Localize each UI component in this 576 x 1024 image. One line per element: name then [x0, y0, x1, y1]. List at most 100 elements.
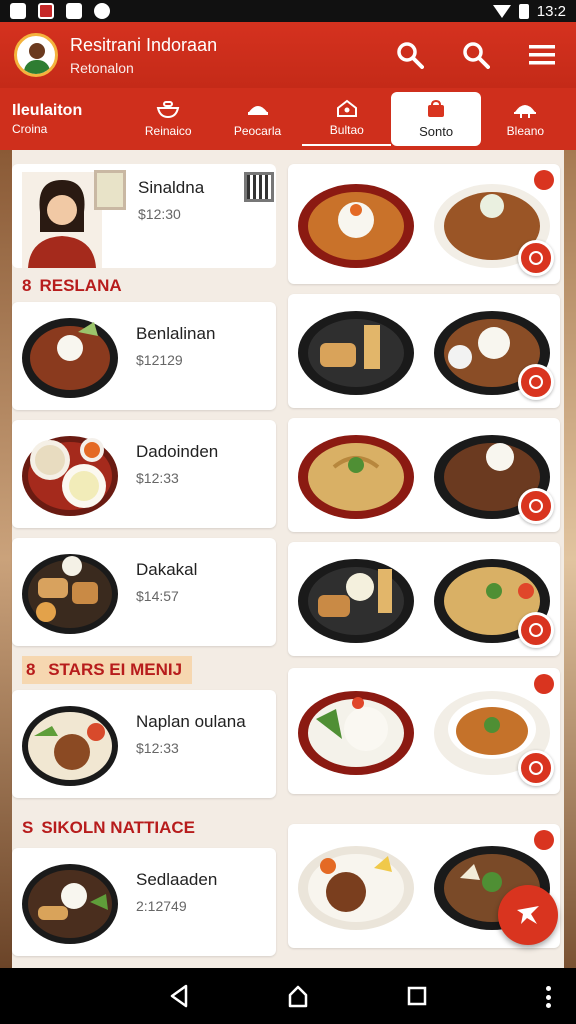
section-header: S SIKOLN NATTIACE	[12, 812, 276, 844]
search-button-2[interactable]	[456, 35, 496, 75]
tab-sonto[interactable]: Sonto	[391, 92, 481, 146]
profile-price: $12:30	[138, 206, 181, 222]
chef-avatar	[22, 172, 102, 268]
tab-bultao[interactable]: Bultao	[302, 92, 392, 146]
plane-icon	[517, 906, 539, 924]
profile-title: Sinaldna	[138, 178, 205, 197]
battery-icon	[518, 3, 529, 19]
search-button[interactable]	[390, 35, 430, 75]
home-button[interactable]	[283, 981, 313, 1011]
add-to-cart-icon[interactable]	[518, 488, 554, 524]
dish-image	[298, 435, 414, 519]
search-icon	[397, 42, 424, 69]
background-left	[0, 150, 12, 968]
item-price: $12:33	[136, 740, 179, 756]
dish-image	[298, 559, 414, 643]
section-title: RESLANA	[39, 276, 122, 295]
section-header: 8 RESLANA	[12, 270, 276, 302]
system-navigation-bar	[0, 968, 576, 1024]
item-title: Naplan oulana	[136, 712, 246, 731]
tab-reinaico[interactable]: Reinaico	[124, 92, 213, 146]
home-icon	[288, 985, 308, 1008]
favorite-icon[interactable]	[534, 830, 554, 850]
add-to-cart-icon[interactable]	[518, 364, 554, 400]
tab-label: Sonto	[419, 123, 454, 139]
section-icon: 8	[22, 276, 32, 295]
item-price: $12129	[136, 352, 183, 368]
menu-button[interactable]	[522, 35, 562, 75]
section-header: 8 STARS EI MENIJ	[12, 654, 276, 686]
category-tabs: Ileulaiton Croina Reinaico Peocarla Bult…	[0, 88, 576, 150]
menu-item[interactable]: Sedlaaden 2:12749	[12, 848, 276, 956]
dish-cover-icon	[514, 105, 537, 118]
dish-image	[22, 436, 118, 516]
picture-frame	[94, 170, 126, 210]
dish-image	[22, 554, 118, 634]
qr-code[interactable]	[244, 172, 274, 202]
combo-card[interactable]	[288, 294, 560, 408]
dish-image	[22, 318, 118, 398]
tab-label: Bultao	[329, 123, 364, 137]
dish-image	[22, 864, 118, 944]
dish-image	[22, 706, 118, 786]
app-notification-icon	[66, 3, 82, 19]
more-options-icon[interactable]	[546, 986, 552, 1008]
menu-content[interactable]: Sinaldna $12:30 8 RESLANA Benlalinan $12…	[0, 150, 576, 968]
tab-label: Reinaico	[144, 124, 192, 138]
dish-image	[298, 691, 414, 775]
recents-icon	[407, 986, 426, 1006]
favorite-icon[interactable]	[534, 674, 554, 694]
menu-icon	[529, 45, 555, 65]
item-price: $12:33	[136, 470, 179, 486]
item-title: Dadoinden	[136, 442, 219, 461]
section-icon: S	[22, 818, 34, 837]
combo-card[interactable]	[288, 668, 560, 794]
dish-image	[298, 846, 414, 930]
item-price: $14:57	[136, 588, 179, 604]
item-title: Dakakal	[136, 560, 198, 579]
add-to-cart-icon[interactable]	[518, 750, 554, 786]
recents-button[interactable]	[402, 981, 432, 1011]
house-icon	[336, 99, 357, 117]
back-button[interactable]	[164, 981, 194, 1011]
right-column	[288, 164, 560, 958]
tab-bleano[interactable]: Bleano	[481, 92, 570, 146]
combo-card[interactable]	[288, 164, 560, 284]
dish-image	[298, 184, 414, 268]
restaurant-logo[interactable]	[14, 33, 58, 77]
menu-item[interactable]: Dadoinden $12:33	[12, 420, 276, 528]
wifi-icon	[492, 4, 511, 18]
brand: Resitrani Indoraan Retonalon	[70, 35, 217, 76]
section-icon: 8	[26, 660, 36, 679]
tab-label: Peocarla	[233, 124, 282, 138]
sync-icon	[94, 3, 110, 19]
combo-card[interactable]	[288, 542, 560, 656]
menu-item[interactable]: Dakakal $14:57	[12, 538, 276, 646]
favorite-icon[interactable]	[534, 170, 554, 190]
section-title: SIKOLN NATTIACE	[41, 818, 195, 837]
tab-ileulaiton[interactable]: Ileulaiton Croina	[6, 92, 124, 146]
tab-label: Bleano	[506, 124, 545, 138]
menu-item[interactable]: Naplan oulana $12:33	[12, 690, 276, 798]
item-title: Sedlaaden	[136, 870, 218, 889]
tab-peocarla[interactable]: Peocarla	[213, 92, 302, 146]
menu-item[interactable]: Benlalinan $12129	[12, 302, 276, 410]
background-right	[564, 150, 576, 968]
profile-info: Sinaldna $12:30	[138, 178, 204, 222]
combo-card[interactable]	[288, 418, 560, 532]
add-to-cart-icon[interactable]	[518, 240, 554, 276]
gmail-icon	[38, 3, 54, 19]
floating-action-button[interactable]	[498, 885, 558, 945]
search-icon	[463, 42, 490, 69]
bowl-icon	[156, 101, 180, 118]
app-title: Resitrani Indoraan	[70, 34, 218, 55]
left-column: Sinaldna $12:30 8 RESLANA Benlalinan $12…	[12, 164, 276, 956]
app-subtitle: Retonalon	[70, 59, 134, 76]
section-title: STARS EI MENIJ	[48, 660, 183, 679]
clock: 13:2	[536, 2, 566, 20]
item-price: 2:12749	[136, 898, 187, 914]
tab-label: Ileulaiton	[12, 102, 83, 119]
tab-sub-label: Croina	[12, 122, 48, 136]
profile-card[interactable]: Sinaldna $12:30	[12, 164, 276, 268]
add-to-cart-icon[interactable]	[518, 612, 554, 648]
